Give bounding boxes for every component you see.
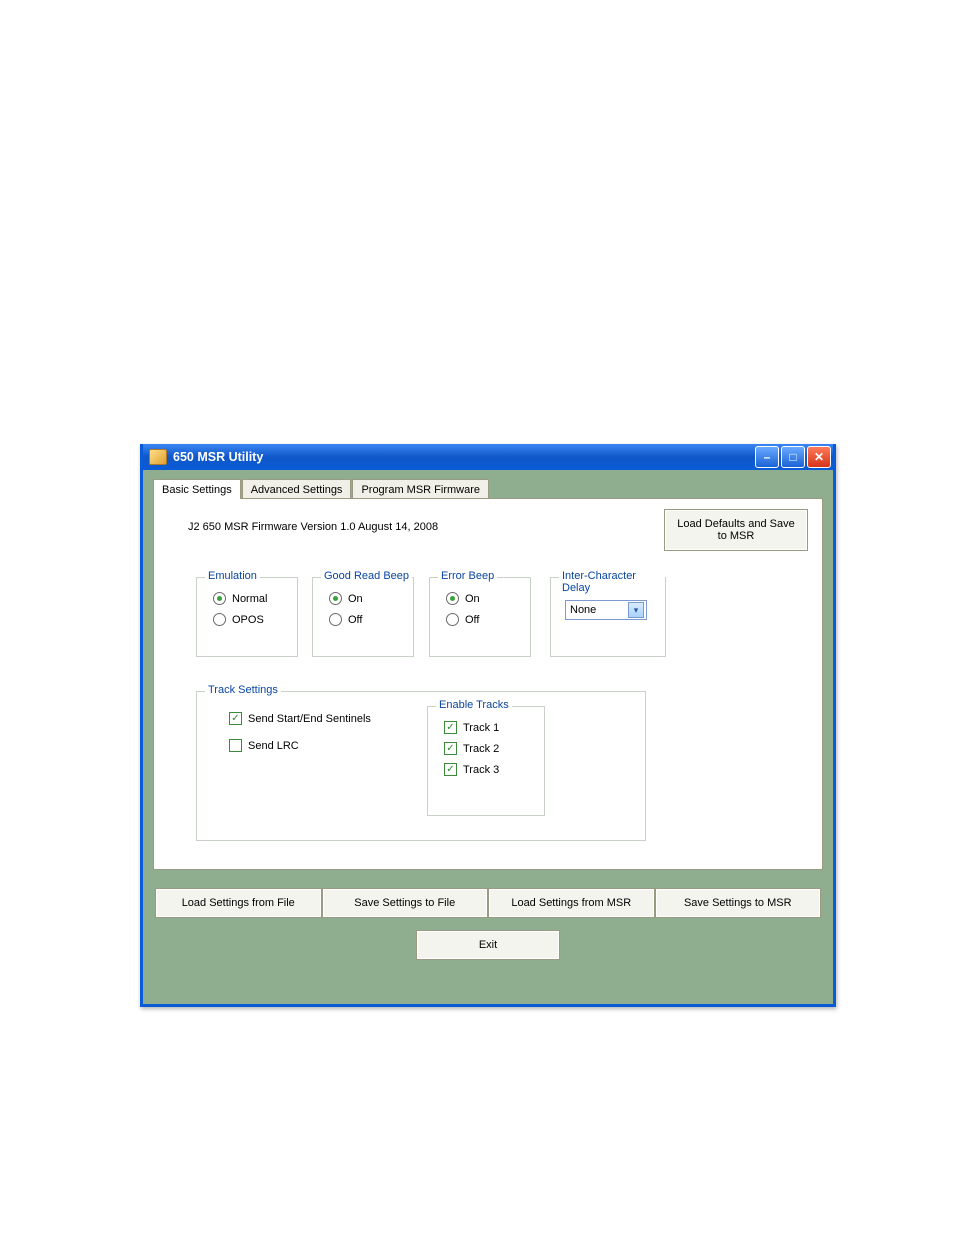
radio-label: Off [465, 614, 479, 626]
group-delay-title: Inter-Character Delay [559, 570, 665, 594]
firmware-version-text: J2 650 MSR Firmware Version 1.0 August 1… [188, 521, 438, 533]
tab-program-msr-firmware[interactable]: Program MSR Firmware [352, 479, 489, 499]
radio-emulation-normal[interactable]: Normal [213, 592, 287, 605]
bottom-button-row: Load Settings from File Save Settings to… [153, 888, 823, 918]
client-area: Basic Settings Advanced Settings Program… [143, 470, 833, 968]
close-button[interactable]: ✕ [807, 446, 831, 468]
chevron-down-icon: ▾ [628, 602, 644, 618]
radio-errorbeep-on[interactable]: On [446, 592, 520, 605]
radio-label: Off [348, 614, 362, 626]
load-defaults-button[interactable]: Load Defaults and Save to MSR [664, 509, 808, 551]
maximize-button[interactable]: □ [781, 446, 805, 468]
delay-value: None [570, 604, 596, 616]
check-track-2[interactable]: Track 2 [444, 742, 534, 755]
tab-panel: J2 650 MSR Firmware Version 1.0 August 1… [153, 498, 823, 870]
delay-dropdown[interactable]: None ▾ [565, 600, 647, 620]
check-label: Track 1 [463, 722, 499, 734]
group-good-read-beep: Good Read Beep On Off [312, 577, 414, 657]
radio-label: On [348, 593, 363, 605]
group-enable-tracks-title: Enable Tracks [436, 699, 512, 711]
radio-label: On [465, 593, 480, 605]
radio-emulation-opos[interactable]: OPOS [213, 613, 287, 626]
check-label: Send LRC [248, 740, 299, 752]
group-emulation: Emulation Normal OPOS [196, 577, 298, 657]
group-good-read-title: Good Read Beep [321, 570, 412, 582]
check-label: Send Start/End Sentinels [248, 713, 371, 725]
save-settings-to-msr-button[interactable]: Save Settings to MSR [655, 888, 822, 918]
tab-basic-settings[interactable]: Basic Settings [153, 479, 241, 499]
group-error-beep: Error Beep On Off [429, 577, 531, 657]
save-settings-to-file-button[interactable]: Save Settings to File [322, 888, 489, 918]
check-track-1[interactable]: Track 1 [444, 721, 534, 734]
group-track-settings-title: Track Settings [205, 684, 281, 696]
group-emulation-title: Emulation [205, 570, 260, 582]
group-enable-tracks: Enable Tracks Track 1 Track 2 Track 3 [427, 706, 545, 816]
check-label: Track 2 [463, 743, 499, 755]
exit-button[interactable]: Exit [416, 930, 560, 960]
check-track-3[interactable]: Track 3 [444, 763, 534, 776]
minimize-button[interactable]: – [755, 446, 779, 468]
radio-label: OPOS [232, 614, 264, 626]
radio-label: Normal [232, 593, 267, 605]
load-settings-from-file-button[interactable]: Load Settings from File [155, 888, 322, 918]
app-icon [149, 449, 167, 465]
window: 650 MSR Utility – □ ✕ Basic Settings Adv… [140, 444, 836, 1007]
exit-row: Exit [153, 930, 823, 960]
tabstrip: Basic Settings Advanced Settings Program… [153, 478, 823, 498]
check-label: Track 3 [463, 764, 499, 776]
radio-goodread-off[interactable]: Off [329, 613, 403, 626]
tab-advanced-settings[interactable]: Advanced Settings [242, 479, 352, 499]
group-error-beep-title: Error Beep [438, 570, 497, 582]
titlebar[interactable]: 650 MSR Utility – □ ✕ [143, 444, 833, 470]
radio-goodread-on[interactable]: On [329, 592, 403, 605]
window-title: 650 MSR Utility [173, 450, 753, 464]
load-settings-from-msr-button[interactable]: Load Settings from MSR [488, 888, 655, 918]
group-inter-char-delay: Inter-Character Delay None ▾ [550, 577, 666, 657]
radio-errorbeep-off[interactable]: Off [446, 613, 520, 626]
group-track-settings: Track Settings Send Start/End Sentinels … [196, 691, 646, 841]
